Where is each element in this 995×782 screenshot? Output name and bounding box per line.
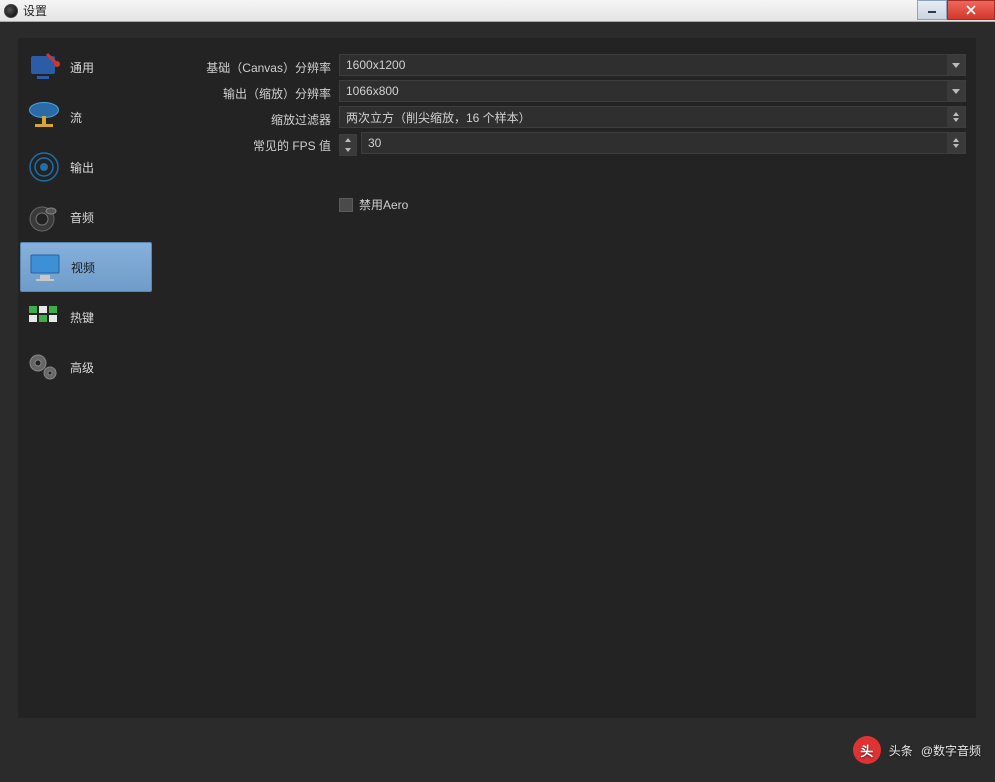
spinner-icon bbox=[947, 133, 965, 153]
base-resolution-label: 基础（Canvas）分辨率 bbox=[164, 59, 339, 76]
sidebar-item-label: 通用 bbox=[70, 59, 94, 76]
output-icon bbox=[26, 149, 62, 185]
sidebar-item-label: 高级 bbox=[70, 359, 94, 376]
disable-aero-checkbox[interactable] bbox=[339, 198, 353, 212]
sidebar-item-label: 视频 bbox=[71, 259, 95, 276]
watermark: 头 头条 @数字音频 bbox=[853, 736, 981, 764]
sidebar-item-hotkeys[interactable]: 热键 bbox=[20, 292, 152, 342]
sidebar-item-label: 输出 bbox=[70, 159, 94, 176]
obs-app-icon bbox=[4, 4, 18, 18]
settings-window: 通用 流 输出 音频 视频 bbox=[18, 38, 976, 718]
fps-value-combo[interactable]: 30 bbox=[361, 132, 966, 154]
close-button[interactable] bbox=[947, 0, 995, 20]
downscale-filter-value: 两次立方（削尖缩放，16 个样本） bbox=[346, 109, 531, 126]
base-resolution-value: 1600x1200 bbox=[346, 58, 405, 72]
fps-type-spinner[interactable] bbox=[339, 134, 357, 156]
chevron-down-icon bbox=[947, 55, 965, 75]
spinner-icon bbox=[947, 107, 965, 127]
audio-icon bbox=[26, 199, 62, 235]
sidebar-item-label: 音频 bbox=[70, 209, 94, 226]
minimize-icon bbox=[927, 6, 937, 14]
downscale-filter-label: 缩放过滤器 bbox=[164, 111, 339, 128]
window-title: 设置 bbox=[23, 2, 47, 19]
sidebar-item-stream[interactable]: 流 bbox=[20, 92, 152, 142]
stream-icon bbox=[26, 99, 62, 135]
base-resolution-combo[interactable]: 1600x1200 bbox=[339, 54, 966, 76]
fps-value: 30 bbox=[368, 136, 381, 150]
watermark-brand: 头条 bbox=[889, 742, 913, 759]
minimize-button[interactable] bbox=[917, 0, 947, 20]
settings-sidebar: 通用 流 输出 音频 视频 bbox=[18, 38, 154, 718]
sidebar-item-label: 热键 bbox=[70, 309, 94, 326]
downscale-filter-combo[interactable]: 两次立方（削尖缩放，16 个样本） bbox=[339, 106, 966, 128]
fps-label: 常见的 FPS 值 bbox=[164, 137, 339, 154]
output-resolution-combo[interactable]: 1066x800 bbox=[339, 80, 966, 102]
chevron-down-icon bbox=[947, 81, 965, 101]
output-resolution-value: 1066x800 bbox=[346, 84, 399, 98]
sidebar-item-video[interactable]: 视频 bbox=[20, 242, 152, 292]
hotkeys-icon bbox=[26, 299, 62, 335]
close-icon bbox=[965, 5, 977, 15]
disable-aero-label: 禁用Aero bbox=[359, 196, 408, 213]
video-settings-panel: 基础（Canvas）分辨率 1600x1200 输出（缩放）分辨率 1066x8… bbox=[154, 38, 976, 718]
sidebar-item-advanced[interactable]: 高级 bbox=[20, 342, 152, 392]
toutiao-logo-icon: 头 bbox=[853, 736, 881, 764]
sidebar-item-audio[interactable]: 音频 bbox=[20, 192, 152, 242]
sidebar-item-general[interactable]: 通用 bbox=[20, 42, 152, 92]
watermark-handle: @数字音频 bbox=[921, 742, 981, 759]
general-icon bbox=[26, 49, 62, 85]
sidebar-item-label: 流 bbox=[70, 109, 82, 126]
sidebar-item-output[interactable]: 输出 bbox=[20, 142, 152, 192]
window-controls bbox=[917, 0, 995, 20]
output-resolution-label: 输出（缩放）分辨率 bbox=[164, 85, 339, 102]
video-icon bbox=[27, 249, 63, 285]
advanced-icon bbox=[26, 349, 62, 385]
titlebar: 设置 bbox=[0, 0, 995, 22]
